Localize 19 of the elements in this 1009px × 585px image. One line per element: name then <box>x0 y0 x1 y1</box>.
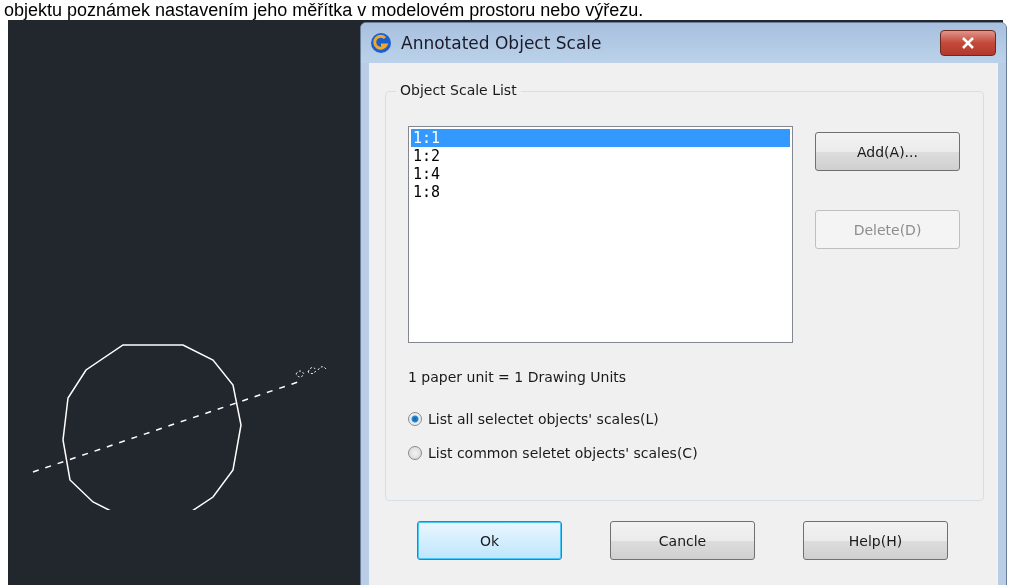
window-title: Annotated Object Scale <box>401 33 603 53</box>
scale-list-item[interactable]: 1:2 <box>411 147 790 165</box>
close-button[interactable] <box>940 30 996 56</box>
radio-button[interactable] <box>408 412 422 426</box>
scale-list-item[interactable]: 1:8 <box>411 183 790 201</box>
scale-list-item[interactable]: 1:4 <box>411 165 790 183</box>
radio-button[interactable] <box>408 446 422 460</box>
add-button[interactable]: Add(A)... <box>815 132 960 171</box>
dialog-button[interactable]: Cancle <box>610 521 755 560</box>
radio-label[interactable]: List all selectet objects' scales(L) <box>428 411 659 427</box>
dialog-button[interactable]: Help(H) <box>803 521 948 560</box>
radio-label[interactable]: List common seletet objects' scales(C) <box>428 445 698 461</box>
group-label: Object Scale List <box>396 82 521 98</box>
units-text: 1 paper unit = 1 Drawing Units <box>408 369 628 385</box>
scale-list[interactable]: 1:1 1:2 1:4 1:8 <box>408 126 793 343</box>
dialog-button[interactable]: Ok <box>417 521 562 560</box>
caption-text: objektu poznámek nastavením jeho měřítka v modelovém prostoru nebo výřezu. <box>3 0 645 20</box>
close-icon <box>961 37 975 49</box>
app-logo-icon <box>369 31 393 55</box>
